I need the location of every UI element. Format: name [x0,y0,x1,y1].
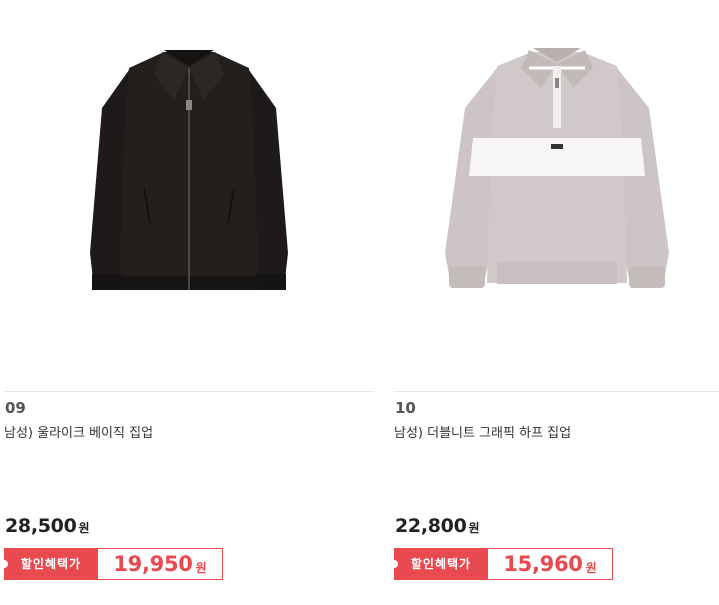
product-rank: 10 [395,399,416,417]
divider [394,391,719,392]
discount-price-box: 19,950 원 [98,548,223,580]
discount-unit: 원 [195,560,207,575]
product-card[interactable]: 09 남성) 울라이크 베이직 집업 28,500 원 할인혜택가 19,950 원 [0,0,374,605]
gray-half-zip-sweatshirt-image [444,48,669,288]
product-image[interactable] [394,0,719,390]
product-price: 28,500 원 [5,515,90,537]
product-rank: 09 [5,399,26,417]
discount-unit: 원 [585,560,597,575]
black-zip-jacket-image [90,50,288,290]
product-name[interactable]: 남성) 울라이크 베이직 집업 [4,422,153,441]
product-price: 22,800 원 [395,515,480,537]
product-name[interactable]: 남성) 더블니트 그래픽 하프 집업 [394,422,571,441]
price-unit: 원 [468,521,480,535]
discount-box: 할인혜택가 15,960 원 [390,548,613,580]
discount-label: 할인혜택가 [390,548,488,580]
price-value: 22,800 [395,515,467,537]
divider [4,391,374,392]
price-value: 28,500 [5,515,77,537]
price-unit: 원 [78,521,90,535]
discount-box: 할인혜택가 19,950 원 [0,548,223,580]
discount-price: 19,950 [113,552,193,576]
discount-price: 15,960 [503,552,583,576]
product-image[interactable] [4,0,374,390]
product-card[interactable]: 10 남성) 더블니트 그래픽 하프 집업 22,800 원 할인혜택가 15,9… [390,0,719,605]
discount-price-box: 15,960 원 [488,548,613,580]
discount-label: 할인혜택가 [0,548,98,580]
